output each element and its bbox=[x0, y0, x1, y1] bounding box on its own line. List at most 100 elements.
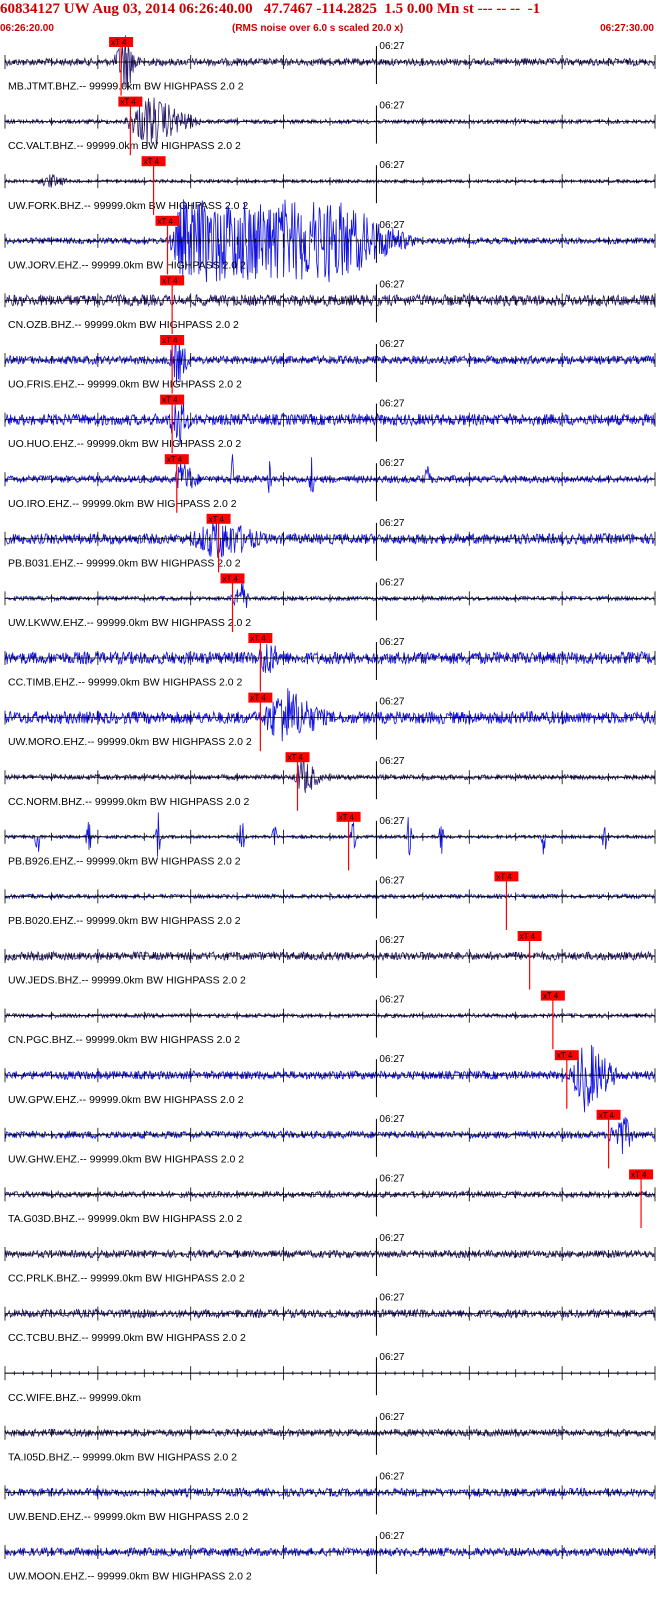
minute-tick-label: 06:27 bbox=[379, 160, 404, 171]
pick-label: xT 4 bbox=[599, 1111, 615, 1120]
trace-label: UW.MOON.EHZ.-- 99999.0km BW HIGHPASS 2.0… bbox=[8, 1571, 252, 1583]
trace-16: 06:27 UW.JEDS.BHZ.-- 99999.0km BW HIGHPAS… bbox=[4, 931, 656, 990]
minute-tick-label: 06:27 bbox=[379, 1412, 404, 1423]
trace-23: 06:27 CC.WIFE.BHZ.-- 99999.0km bbox=[4, 1352, 656, 1404]
minute-tick-label: 06:27 bbox=[379, 339, 404, 350]
trace-24: 06:27 TA.I05D.BHZ.-- 99999.0km BW HIGHPAS… bbox=[4, 1412, 656, 1463]
trace-11: 06:27 CC.TIMB.EHZ.-- 99999.0km BW HIGHPAS… bbox=[4, 633, 656, 692]
trace-19: 06:27 UW.GHW.EHZ.-- 99999.0km BW HIGHPASS… bbox=[4, 1109, 656, 1169]
trace-label: CN.OZB.BHZ.-- 99999.0km BW HIGHPASS 2.0 … bbox=[8, 319, 239, 331]
trace-21: 06:27 CC.PRLK.BHZ.-- 99999.0km BW HIGHPAS… bbox=[4, 1233, 656, 1285]
trace-7: 06:27 UO.HUO.EHZ.-- 99999.0km BW HIGHPASS… bbox=[4, 394, 656, 454]
pick-label: xT 4 bbox=[167, 455, 183, 464]
trace-label: CC.TCBU.BHZ.-- 99999.0km BW HIGHPASS 2.0… bbox=[8, 1332, 246, 1344]
minute-tick-label: 06:27 bbox=[379, 41, 404, 52]
pick-label: xT 4 bbox=[520, 932, 536, 941]
trace-14: 06:27 PB.B926.EHZ.-- 99999.0km BW HIGHPAS… bbox=[4, 811, 656, 871]
trace-label: UO.IRO.EHZ.-- 99999.0km BW HIGHPASS 2.0 … bbox=[8, 498, 237, 510]
trace-25: 06:27 UW.BEND.EHZ.-- 99999.0km BW HIGHPAS… bbox=[4, 1471, 656, 1523]
trace-label: CC.TIMB.EHZ.-- 99999.0km BW HIGHPASS 2.0… bbox=[8, 677, 243, 689]
trace-26: 06:27 UW.MOON.EHZ.-- 99999.0km BW HIGHPAS… bbox=[4, 1531, 656, 1583]
pick-label: xT 4 bbox=[288, 753, 304, 762]
trace-4: 06:27 UW.JORV.EHZ.-- 99999.0km BW HIGHPAS… bbox=[4, 199, 656, 283]
trace-8: 06:27 UO.IRO.EHZ.-- 99999.0km BW HIGHPASS… bbox=[4, 454, 656, 513]
minute-tick-label: 06:27 bbox=[379, 637, 404, 648]
trace-15: 06:27 PB.B020.EHZ.-- 99999.0km BW HIGHPAS… bbox=[4, 871, 656, 930]
minute-tick-label: 06:27 bbox=[379, 279, 404, 290]
pick-label: xT 4 bbox=[631, 1170, 647, 1179]
trace-label: PB.B926.EHZ.-- 99999.0km BW HIGHPASS 2.0… bbox=[8, 855, 241, 867]
trace-label: UO.FRIS.EHZ.-- 99999.0km BW HIGHPASS 2.0… bbox=[8, 379, 242, 391]
minute-tick-label: 06:27 bbox=[379, 518, 404, 529]
minute-tick-label: 06:27 bbox=[379, 756, 404, 767]
minute-tick-label: 06:27 bbox=[379, 1531, 404, 1542]
trace-13: 06:27 CC.NORM.BHZ.-- 99999.0km BW HIGHPAS… bbox=[4, 752, 656, 811]
trace-label: UW.BEND.EHZ.-- 99999.0km BW HIGHPASS 2.0… bbox=[8, 1511, 248, 1523]
trace-label: MB.JTMT.BHZ.-- 99999.0km BW HIGHPASS 2.0… bbox=[8, 81, 244, 93]
trace-20: 06:27 TA.G03D.BHZ.-- 99999.0km BW HIGHPAS… bbox=[4, 1169, 656, 1228]
pick-label: xT 4 bbox=[339, 813, 355, 822]
trace-2: 06:27 CC.VALT.BHZ.-- 99999.0km BW HIGHPAS… bbox=[4, 96, 656, 156]
minute-tick-label: 06:27 bbox=[379, 1054, 404, 1065]
pick-label: xT 4 bbox=[162, 276, 178, 285]
minute-tick-label: 06:27 bbox=[379, 935, 404, 946]
pick-label: xT 4 bbox=[144, 157, 160, 166]
trace-18: 06:27 UW.GPW.EHZ.-- 99999.0km BW HIGHPASS… bbox=[4, 1044, 656, 1113]
trace-label: TA.I05D.BHZ.-- 99999.0km BW HIGHPASS 2.0… bbox=[8, 1451, 237, 1463]
trace-label: CC.VALT.BHZ.-- 99999.0km BW HIGHPASS 2.0… bbox=[8, 140, 241, 152]
trace-label: UW.GHW.EHZ.-- 99999.0km BW HIGHPASS 2.0 … bbox=[8, 1153, 244, 1165]
pick-label: xT 4 bbox=[162, 396, 178, 405]
minute-tick-label: 06:27 bbox=[379, 458, 404, 469]
minute-tick-label: 06:27 bbox=[379, 577, 404, 588]
trace-label: UW.GPW.EHZ.-- 99999.0km BW HIGHPASS 2.0 … bbox=[8, 1094, 244, 1106]
minute-tick-label: 06:27 bbox=[379, 816, 404, 827]
minute-tick-label: 06:27 bbox=[379, 995, 404, 1006]
trace-label: UW.LKWW.EHZ.-- 99999.0km BW HIGHPASS 2.0… bbox=[8, 617, 251, 629]
minute-tick-label: 06:27 bbox=[379, 697, 404, 708]
trace-label: PB.B020.EHZ.-- 99999.0km BW HIGHPASS 2.0… bbox=[8, 915, 241, 927]
pick-label: xT 4 bbox=[543, 992, 559, 1001]
trace-label: CN.PGC.BHZ.-- 99999.0km BW HIGHPASS 2.0 … bbox=[8, 1034, 240, 1046]
trace-label: TA.G03D.BHZ.-- 99999.0km BW HIGHPASS 2.0… bbox=[8, 1213, 242, 1225]
pick-label: xT 4 bbox=[496, 872, 512, 881]
trace-label: UW.JEDS.BHZ.-- 99999.0km BW HIGHPASS 2.0… bbox=[8, 975, 246, 987]
pick-label: xT 4 bbox=[557, 1051, 573, 1060]
trace-label: UW.FORK.BHZ.-- 99999.0km BW HIGHPASS 2.0… bbox=[8, 200, 248, 212]
trace-label: PB.B031.EHZ.-- 99999.0km BW HIGHPASS 2.0… bbox=[8, 557, 241, 569]
trace-10: 06:27 UW.LKWW.EHZ.-- 99999.0km BW HIGHPAS… bbox=[4, 573, 656, 632]
pick-label: xT 4 bbox=[250, 694, 266, 703]
trace-9: 06:27 PB.B031.EHZ.-- 99999.0km BW HIGHPAS… bbox=[4, 513, 656, 573]
trace-22: 06:27 CC.TCBU.BHZ.-- 99999.0km BW HIGHPAS… bbox=[4, 1293, 656, 1344]
trace-label: CC.WIFE.BHZ.-- 99999.0km bbox=[8, 1392, 141, 1404]
trace-label: UW.JORV.EHZ.-- 99999.0km BW HIGHPASS 2.0… bbox=[8, 259, 246, 271]
minute-tick-label: 06:27 bbox=[379, 1173, 404, 1184]
minute-tick-label: 06:27 bbox=[379, 1293, 404, 1304]
trace-3: 06:27 UW.FORK.BHZ.-- 99999.0km BW HIGHPAS… bbox=[4, 156, 656, 215]
minute-tick-label: 06:27 bbox=[379, 1471, 404, 1482]
minute-tick-label: 06:27 bbox=[379, 220, 404, 231]
trace-6: 06:27 UO.FRIS.EHZ.-- 99999.0km BW HIGHPAS… bbox=[4, 335, 656, 394]
waveform bbox=[4, 454, 655, 494]
minute-tick-label: 06:27 bbox=[379, 875, 404, 886]
minute-tick-label: 06:27 bbox=[379, 1233, 404, 1244]
pick-label: xT 4 bbox=[111, 38, 127, 47]
trace-label: CC.PRLK.BHZ.-- 99999.0km BW HIGHPASS 2.0… bbox=[8, 1273, 245, 1285]
trace-label: UW.MORO.EHZ.-- 99999.0km BW HIGHPASS 2.0… bbox=[8, 736, 252, 748]
pick-label: xT 4 bbox=[250, 634, 266, 643]
seismogram-plot: 06:27 MB.JTMT.BHZ.-- 99999.0km BW HIGHPAS… bbox=[4, 35, 656, 1583]
trace-1: 06:27 MB.JTMT.BHZ.-- 99999.0km BW HIGHPAS… bbox=[4, 35, 656, 96]
minute-tick-label: 06:27 bbox=[379, 101, 404, 112]
trace-5: 06:27 CN.OZB.BHZ.-- 99999.0km BW HIGHPASS… bbox=[4, 275, 656, 334]
pick-label: xT 4 bbox=[120, 98, 136, 107]
minute-tick-label: 06:27 bbox=[379, 1114, 404, 1125]
pick-label: xT 4 bbox=[223, 574, 239, 583]
trace-label: UO.HUO.EHZ.-- 99999.0km BW HIGHPASS 2.0 … bbox=[8, 438, 241, 450]
pick-label: xT 4 bbox=[209, 515, 225, 524]
trace-label: CC.NORM.BHZ.-- 99999.0km BW HIGHPASS 2.0… bbox=[8, 796, 250, 808]
minute-tick-label: 06:27 bbox=[379, 399, 404, 410]
pick-label: xT 4 bbox=[162, 336, 178, 345]
minute-tick-label: 06:27 bbox=[379, 1352, 404, 1363]
trace-17: 06:27 CN.PGC.BHZ.-- 99999.0km BW HIGHPASS… bbox=[4, 990, 656, 1050]
trace-12: 06:27 UW.MORO.EHZ.-- 99999.0km BW HIGHPAS… bbox=[4, 688, 656, 752]
pick-label: xT 4 bbox=[158, 217, 174, 226]
